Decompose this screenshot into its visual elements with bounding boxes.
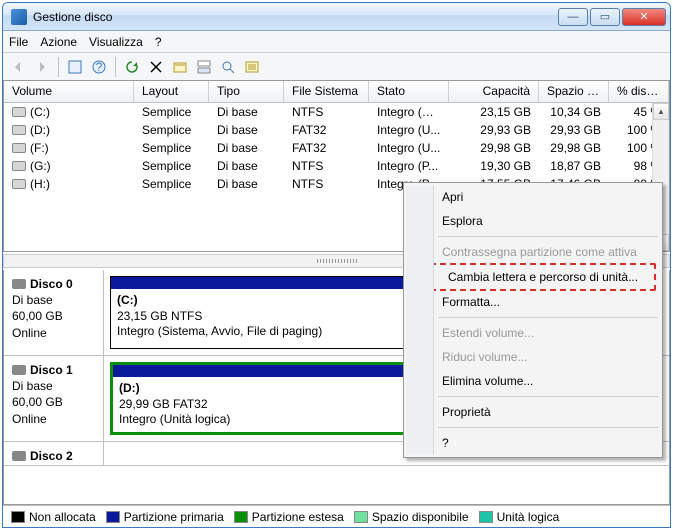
ctx-extend: Estendi volume... xyxy=(406,321,660,345)
col-free[interactable]: Spazio d... xyxy=(539,81,609,102)
forward-button[interactable] xyxy=(31,56,53,78)
context-menu: Apri Esplora Contrassegna partizione com… xyxy=(403,182,663,458)
disk-label[interactable]: Disco 2 xyxy=(4,442,104,465)
table-header: Volume Layout Tipo File Sistema Stato Ca… xyxy=(4,81,669,103)
disk-icon xyxy=(12,279,26,289)
col-tipo[interactable]: Tipo xyxy=(209,81,284,102)
partition[interactable]: (C:)23,15 GB NTFSIntegro (Sistema, Avvio… xyxy=(110,276,409,349)
help-button[interactable]: ? xyxy=(88,56,110,78)
view-top-icon[interactable] xyxy=(193,56,215,78)
ctx-delete[interactable]: Elimina volume... xyxy=(406,369,660,393)
table-row[interactable]: (F:) Semplice Di base FAT32 Integro (U..… xyxy=(4,139,669,157)
menubar: File Azione Visualizza ? xyxy=(3,31,670,53)
back-button[interactable] xyxy=(7,56,29,78)
menu-visualizza[interactable]: Visualizza xyxy=(89,35,143,49)
drive-icon xyxy=(12,107,26,117)
properties-button[interactable] xyxy=(64,56,86,78)
view-icon[interactable] xyxy=(217,56,239,78)
col-fs[interactable]: File Sistema xyxy=(284,81,369,102)
disk-label[interactable]: Disco 0Di base60,00 GBOnline xyxy=(4,270,104,355)
disk-label[interactable]: Disco 1Di base60,00 GBOnline xyxy=(4,356,104,441)
ctx-help[interactable]: ? xyxy=(406,431,660,455)
window-title: Gestione disco xyxy=(33,10,558,24)
maximize-button[interactable]: ▭ xyxy=(590,8,620,26)
drive-icon xyxy=(12,125,26,135)
col-layout[interactable]: Layout xyxy=(134,81,209,102)
toolbar: ? xyxy=(3,53,670,81)
col-cap[interactable]: Capacità xyxy=(449,81,539,102)
minimize-button[interactable]: — xyxy=(558,8,588,26)
titlebar: Gestione disco — ▭ ✕ xyxy=(3,3,670,31)
ctx-explore[interactable]: Esplora xyxy=(406,209,660,233)
menu-file[interactable]: File xyxy=(9,35,28,49)
delete-icon[interactable] xyxy=(145,56,167,78)
settings-icon[interactable] xyxy=(169,56,191,78)
drive-icon xyxy=(12,179,26,189)
ctx-shrink: Riduci volume... xyxy=(406,345,660,369)
ctx-change-letter[interactable]: Cambia lettera e percorso di unità... xyxy=(412,265,654,289)
table-row[interactable]: (C:) Semplice Di base NTFS Integro (Si..… xyxy=(4,103,669,121)
refresh-button[interactable] xyxy=(121,56,143,78)
close-button[interactable]: ✕ xyxy=(622,8,666,26)
legend: Non allocata Partizione primaria Partizi… xyxy=(3,505,670,527)
drive-icon xyxy=(12,161,26,171)
svg-text:?: ? xyxy=(96,60,103,74)
ctx-properties[interactable]: Proprietà xyxy=(406,400,660,424)
col-volume[interactable]: Volume xyxy=(4,81,134,102)
ctx-mark-active: Contrassegna partizione come attiva xyxy=(406,240,660,264)
legend-free: Spazio disponibile xyxy=(372,510,469,524)
disk-management-window: Gestione disco — ▭ ✕ File Azione Visuali… xyxy=(2,2,671,528)
ctx-format[interactable]: Formatta... xyxy=(406,290,660,314)
disk-icon xyxy=(12,451,26,461)
table-row[interactable]: (D:) Semplice Di base FAT32 Integro (U..… xyxy=(4,121,669,139)
list-icon[interactable] xyxy=(241,56,263,78)
legend-primary: Partizione primaria xyxy=(124,510,224,524)
legend-logical: Unità logica xyxy=(497,510,560,524)
table-row[interactable]: (G:) Semplice Di base NTFS Integro (P...… xyxy=(4,157,669,175)
legend-extended: Partizione estesa xyxy=(252,510,344,524)
app-icon xyxy=(11,9,27,25)
disk-icon xyxy=(12,365,26,375)
col-stato[interactable]: Stato xyxy=(369,81,449,102)
drive-icon xyxy=(12,143,26,153)
col-pct[interactable]: % dispon... xyxy=(609,81,669,102)
menu-azione[interactable]: Azione xyxy=(40,35,77,49)
legend-unalloc: Non allocata xyxy=(29,510,96,524)
menu-help[interactable]: ? xyxy=(155,35,162,49)
ctx-open[interactable]: Apri xyxy=(406,185,660,209)
